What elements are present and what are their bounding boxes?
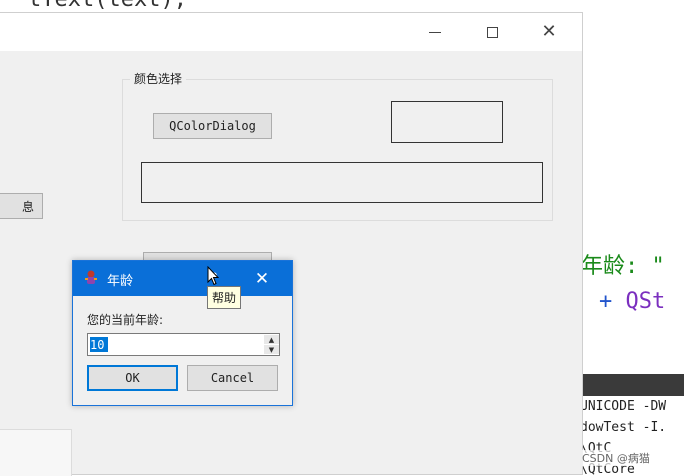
help-tooltip: 帮助 bbox=[207, 286, 242, 309]
minimize-icon bbox=[429, 31, 441, 33]
caret-up-icon: ▲ bbox=[268, 335, 275, 344]
code-line: 年龄: " bbox=[583, 254, 665, 279]
color-preview-label bbox=[391, 101, 503, 143]
close-icon: ✕ bbox=[254, 268, 270, 289]
age-spinbox[interactable]: ▲ ▼ bbox=[87, 333, 280, 356]
spin-buttons: ▲ ▼ bbox=[264, 335, 279, 354]
qcolordialog-button[interactable]: QColorDialog bbox=[153, 113, 272, 139]
maximize-icon bbox=[486, 26, 498, 38]
age-prompt-label: 您的当前年龄: bbox=[87, 313, 164, 327]
input-dialog: 年龄 ? ✕ 您的当前年龄: ▲ ▼ OK Cancel bbox=[72, 260, 293, 406]
terminal-line: dowTest -I. bbox=[580, 420, 667, 435]
cancel-button[interactable]: Cancel bbox=[187, 365, 278, 391]
watermark: CSDN @病猫 bbox=[582, 450, 650, 466]
color-text-display bbox=[141, 162, 543, 203]
bottom-panel bbox=[0, 429, 72, 476]
terminal-line: UNICODE -DW bbox=[580, 399, 667, 414]
spin-down-button[interactable]: ▼ bbox=[264, 345, 279, 354]
dialog-title-bar: 年龄 ? ✕ bbox=[73, 261, 292, 296]
code-editor-right: 年龄: " + QSt bbox=[583, 14, 684, 374]
spin-up-button[interactable]: ▲ bbox=[264, 335, 279, 344]
terminal-header bbox=[580, 374, 684, 396]
code-line: + QSt bbox=[599, 289, 665, 314]
age-input[interactable] bbox=[89, 335, 262, 354]
maximize-button[interactable] bbox=[469, 13, 515, 51]
minimize-button[interactable] bbox=[412, 13, 458, 51]
caret-down-icon: ▼ bbox=[268, 345, 275, 354]
code-text: QSt bbox=[625, 289, 666, 314]
dialog-close-button[interactable]: ✕ bbox=[239, 261, 285, 296]
close-button[interactable]: ✕ bbox=[526, 13, 572, 51]
code-plus: + bbox=[599, 289, 613, 314]
title-bar: ✕ bbox=[0, 13, 582, 51]
ok-button[interactable]: OK bbox=[87, 365, 178, 391]
app-icon bbox=[85, 270, 97, 284]
info-button[interactable]: 息 bbox=[0, 193, 43, 219]
dialog-title: 年龄 bbox=[107, 274, 134, 289]
mouse-cursor-icon bbox=[207, 266, 219, 286]
group-title: 颜色选择 bbox=[130, 70, 187, 87]
code-text: tText(text); bbox=[28, 0, 187, 12]
close-icon: ✕ bbox=[541, 21, 557, 42]
